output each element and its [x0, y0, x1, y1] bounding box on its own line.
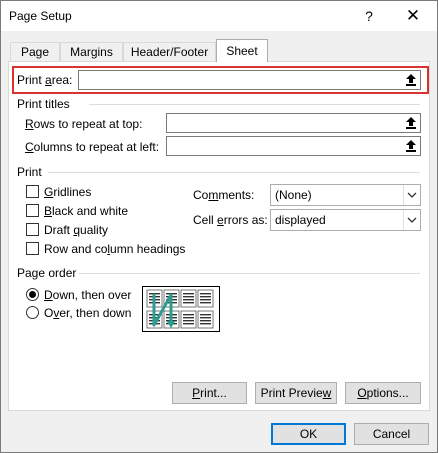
columns-collapse-button[interactable]: [401, 138, 419, 154]
collapse-arrow-icon: [406, 140, 416, 152]
row-column-headings-label[interactable]: Row and column headings: [44, 242, 185, 256]
chevron-down-icon[interactable]: [403, 210, 420, 230]
chevron-down-icon[interactable]: [403, 185, 420, 205]
row-column-headings-checkbox[interactable]: [26, 242, 39, 255]
comments-label: Comments:: [193, 188, 255, 202]
print-area-collapse-button[interactable]: [401, 72, 419, 88]
columns-to-repeat-input[interactable]: [166, 136, 421, 156]
print-button[interactable]: Print...: [172, 382, 247, 404]
cell-errors-select-value: displayed: [275, 213, 326, 227]
page-order-diagram-icon: [146, 289, 214, 329]
rows-collapse-button[interactable]: [401, 115, 419, 131]
print-area-label: Print area:: [17, 73, 73, 87]
over-then-down-radio[interactable]: [26, 306, 39, 319]
options-button[interactable]: Options...: [345, 382, 421, 404]
print-heading: Print: [17, 165, 42, 179]
title-bar: Page Setup ? ✕: [1, 1, 437, 31]
print-area-input[interactable]: [78, 70, 421, 90]
rows-to-repeat-label: Rows to repeat at top:: [25, 117, 143, 131]
collapse-arrow-icon: [406, 117, 416, 129]
down-then-over-radio[interactable]: [26, 288, 39, 301]
help-button[interactable]: ?: [357, 4, 381, 28]
comments-select-value: (None): [275, 188, 312, 202]
print-divider: [48, 172, 420, 173]
page-setup-dialog: Page Setup ? ✕ Page Margins Header/Foote…: [0, 0, 438, 453]
print-titles-divider: [89, 104, 420, 105]
page-order-preview: [142, 286, 220, 332]
cancel-button[interactable]: Cancel: [354, 423, 429, 445]
cell-errors-label: Cell errors as:: [193, 213, 268, 227]
ok-button[interactable]: OK: [271, 423, 346, 445]
down-then-over-label[interactable]: Down, then over: [44, 288, 131, 302]
tab-page[interactable]: Page: [10, 42, 60, 62]
gridlines-checkbox[interactable]: [26, 185, 39, 198]
black-and-white-checkbox[interactable]: [26, 204, 39, 217]
tab-header-footer[interactable]: Header/Footer: [123, 42, 216, 62]
cell-errors-select[interactable]: displayed: [270, 209, 421, 231]
draft-quality-label[interactable]: Draft quality: [44, 223, 108, 237]
gridlines-label[interactable]: Gridlines: [44, 185, 91, 199]
page-order-heading: Page order: [17, 266, 77, 280]
tab-sheet[interactable]: Sheet: [216, 39, 268, 62]
print-preview-button[interactable]: Print Preview: [255, 382, 337, 404]
close-button[interactable]: ✕: [399, 4, 427, 28]
rows-to-repeat-input[interactable]: [166, 113, 421, 133]
window-title: Page Setup: [9, 9, 72, 23]
draft-quality-checkbox[interactable]: [26, 223, 39, 236]
over-then-down-label[interactable]: Over, then down: [44, 306, 131, 320]
print-titles-heading: Print titles: [17, 97, 70, 111]
page-order-divider: [79, 273, 420, 274]
comments-select[interactable]: (None): [270, 184, 421, 206]
tab-margins[interactable]: Margins: [60, 42, 123, 62]
columns-to-repeat-label: Columns to repeat at left:: [25, 140, 160, 154]
collapse-arrow-icon: [406, 74, 416, 86]
black-and-white-label[interactable]: Black and white: [44, 204, 128, 218]
